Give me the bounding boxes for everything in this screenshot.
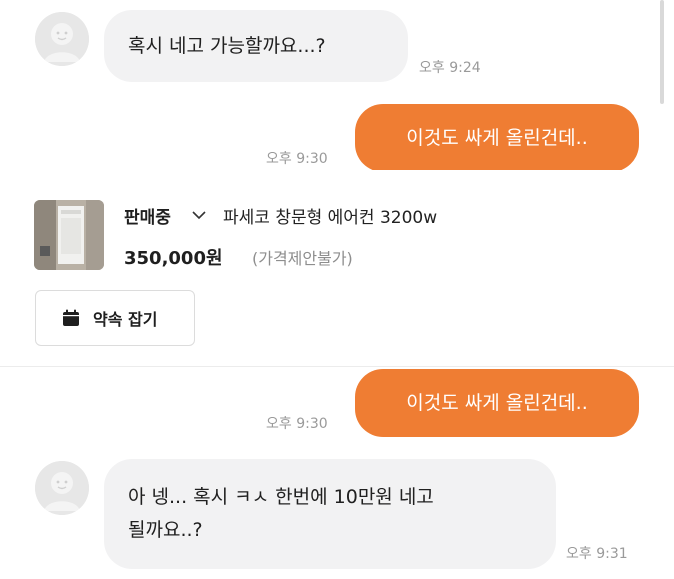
message-timestamp: 오후 9:30: [266, 151, 328, 167]
scrollbar[interactable]: [660, 0, 664, 104]
message-text: 혹시 네고 가능할까요...?: [128, 35, 326, 57]
sale-status[interactable]: 판매중: [124, 203, 171, 228]
product-price: 350,000원: [124, 248, 223, 269]
product-thumbnail[interactable]: [34, 200, 104, 270]
product-card[interactable]: 판매중 파세코 창문형 에어컨 3200w 350,000원 (가격제안불가) …: [0, 170, 674, 368]
appointment-label: 약속 잡기: [93, 310, 158, 329]
user-avatar-icon[interactable]: [35, 12, 89, 66]
divider: [0, 366, 674, 367]
message-timestamp: 오후 9:30: [266, 416, 328, 432]
message-timestamp: 오후 9:24: [419, 60, 481, 76]
user-avatar-icon[interactable]: [35, 461, 89, 515]
message-text-line: 될까요..?: [128, 519, 203, 541]
make-appointment-button[interactable]: 약속 잡기: [35, 290, 195, 346]
message-bubble-incoming[interactable]: 혹시 네고 가능할까요...?: [104, 10, 408, 82]
price-note: (가격제안불가): [252, 249, 353, 268]
message-bubble-incoming[interactable]: 아 넹... 혹시 ㅋㅅ 한번에 10만원 네고 될까요..?: [104, 459, 556, 569]
message-text: 이것도 싸게 올린건데..: [406, 127, 588, 149]
message-bubble-outgoing[interactable]: 이것도 싸게 올린건데..: [355, 369, 639, 437]
chevron-down-icon[interactable]: [191, 209, 207, 221]
message-text-line: 아 넹... 혹시 ㅋㅅ 한번에 10만원 네고: [128, 486, 434, 508]
message-bubble-outgoing[interactable]: 이것도 싸게 올린건데..: [355, 104, 639, 172]
product-title[interactable]: 파세코 창문형 에어컨 3200w: [223, 203, 437, 228]
calendar-icon: [63, 309, 79, 326]
message-text: 이것도 싸게 올린건데..: [406, 392, 588, 414]
message-timestamp: 오후 9:31: [566, 546, 628, 562]
